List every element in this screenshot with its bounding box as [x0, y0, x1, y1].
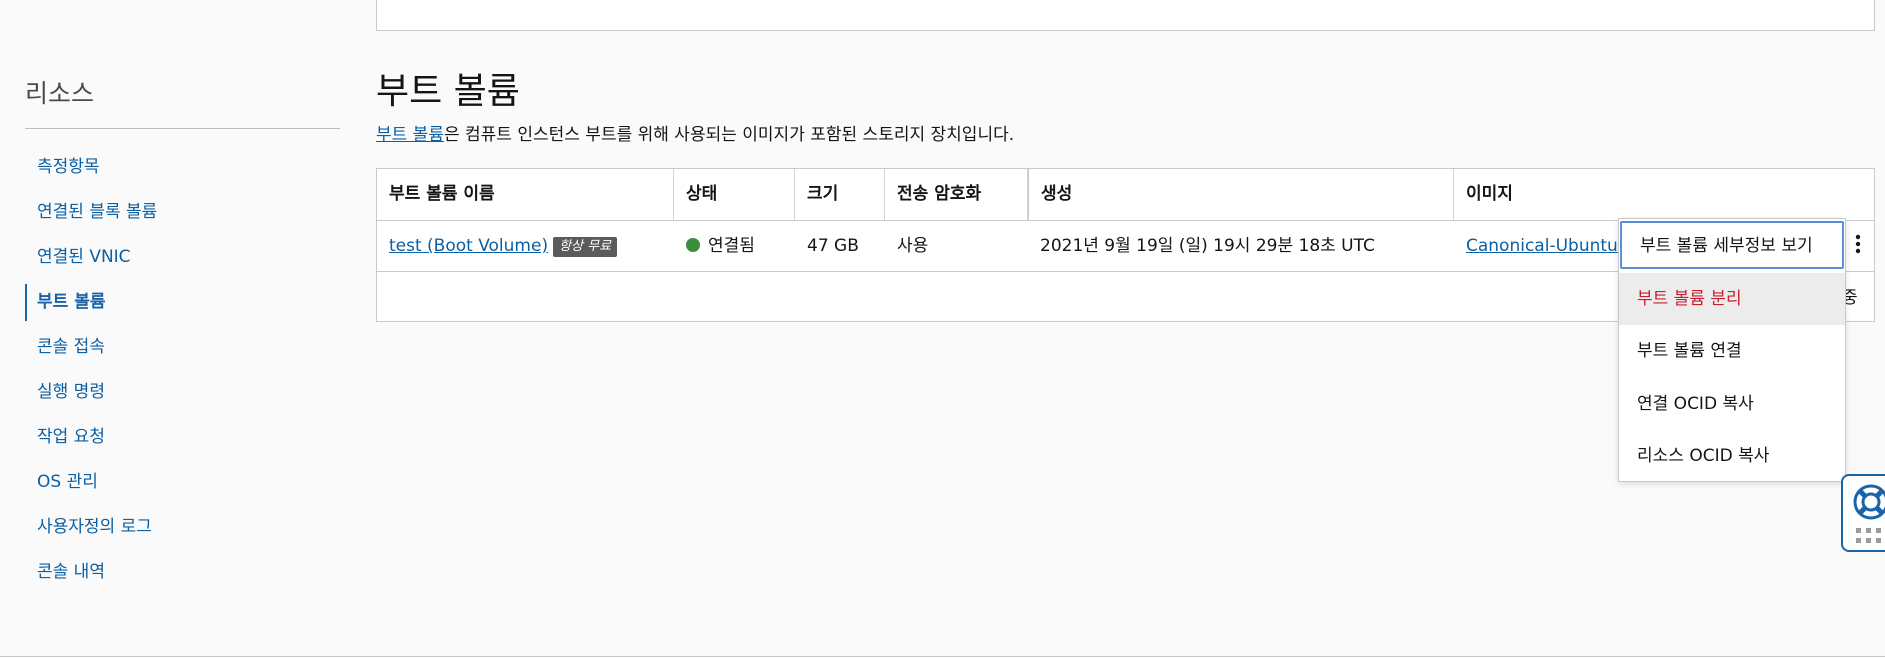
cell-created: 2021년 9월 19일 (일) 19시 29분 18초 UTC — [1040, 236, 1375, 256]
sidebar-item-work-requests[interactable]: 작업 요청 — [25, 415, 340, 460]
resources-sidebar: 리소스 측정항목 연결된 블록 볼륨 연결된 VNIC 부트 볼륨 콘솔 접속 … — [0, 0, 345, 658]
status-text: 연결됨 — [708, 236, 755, 256]
row-actions-button[interactable] — [1846, 221, 1870, 267]
column-header-name[interactable]: 부트 볼륨 이름 — [377, 169, 674, 220]
sidebar-item-boot-volume[interactable]: 부트 볼륨 — [25, 280, 340, 325]
column-header-image[interactable]: 이미지 — [1454, 169, 1874, 220]
sidebar-item-run-command[interactable]: 실행 명령 — [25, 370, 340, 415]
always-free-badge: 항상 무료 — [553, 237, 618, 257]
menu-item-view-details[interactable]: 부트 볼륨 세부정보 보기 — [1620, 221, 1844, 269]
sidebar-item-console-history[interactable]: 콘솔 내역 — [25, 550, 340, 595]
details-panel — [376, 0, 1875, 31]
sidebar-item-metrics[interactable]: 측정항목 — [25, 145, 340, 190]
status-ok-icon — [686, 238, 700, 252]
page-bottom-divider — [0, 656, 1885, 657]
menu-item-detach[interactable]: 부트 볼륨 분리 — [1619, 273, 1845, 325]
cell-encryption: 사용 — [897, 236, 929, 256]
cell-size: 47 GB — [807, 236, 859, 256]
help-widget[interactable] — [1841, 474, 1885, 552]
kebab-menu-icon — [1855, 234, 1861, 254]
row-actions-menu: 부트 볼륨 세부정보 보기 부트 볼륨 분리 부트 볼륨 연결 연결 OCID … — [1618, 218, 1846, 482]
column-header-size[interactable]: 크기 — [795, 169, 885, 220]
page-title: 부트 볼륨 — [376, 71, 520, 112]
apps-grid-icon — [1856, 528, 1881, 543]
description-text: 은 컴퓨트 인스턴스 부트를 위해 사용되는 이미지가 포함된 스토리지 장치입… — [443, 125, 1015, 145]
column-header-created[interactable]: 생성 — [1028, 169, 1454, 220]
cell-status: 연결됨 — [674, 221, 795, 271]
page-description: 부트 볼륨은 컴퓨트 인스턴스 부트를 위해 사용되는 이미지가 포함된 스토리… — [376, 120, 1014, 145]
menu-item-copy-attachment-ocid[interactable]: 연결 OCID 복사 — [1619, 378, 1845, 430]
lifebuoy-icon — [1853, 484, 1885, 520]
sidebar-item-console-connection[interactable]: 콘솔 접속 — [25, 325, 340, 370]
cell-image: Canonical-Ubuntu-2 — [1454, 221, 1622, 271]
resources-nav: 측정항목 연결된 블록 볼륨 연결된 VNIC 부트 볼륨 콘솔 접속 실행 명… — [25, 145, 340, 595]
sidebar-item-os-management[interactable]: OS 관리 — [25, 460, 340, 505]
menu-item-attach[interactable]: 부트 볼륨 연결 — [1619, 325, 1845, 377]
image-link[interactable]: Canonical-Ubuntu-2 — [1466, 236, 1622, 256]
menu-item-copy-resource-ocid[interactable]: 리소스 OCID 복사 — [1619, 430, 1845, 482]
column-header-encryption[interactable]: 전송 암호화 — [885, 169, 1028, 220]
cell-name: test (Boot Volume) 항상 무료 — [377, 221, 674, 271]
table-header: 부트 볼륨 이름 상태 크기 전송 암호화 생성 이미지 — [377, 169, 1874, 221]
boot-volume-name-link[interactable]: test (Boot Volume) — [389, 236, 548, 256]
sidebar-item-custom-logs[interactable]: 사용자정의 로그 — [25, 505, 340, 550]
column-header-status[interactable]: 상태 — [674, 169, 795, 220]
sidebar-item-attached-block-volumes[interactable]: 연결된 블록 볼륨 — [25, 190, 340, 235]
sidebar-item-attached-vnics[interactable]: 연결된 VNIC — [25, 235, 340, 280]
resources-divider — [25, 128, 340, 129]
boot-volume-doc-link[interactable]: 부트 볼륨 — [376, 125, 444, 145]
resources-title: 리소스 — [25, 79, 95, 108]
